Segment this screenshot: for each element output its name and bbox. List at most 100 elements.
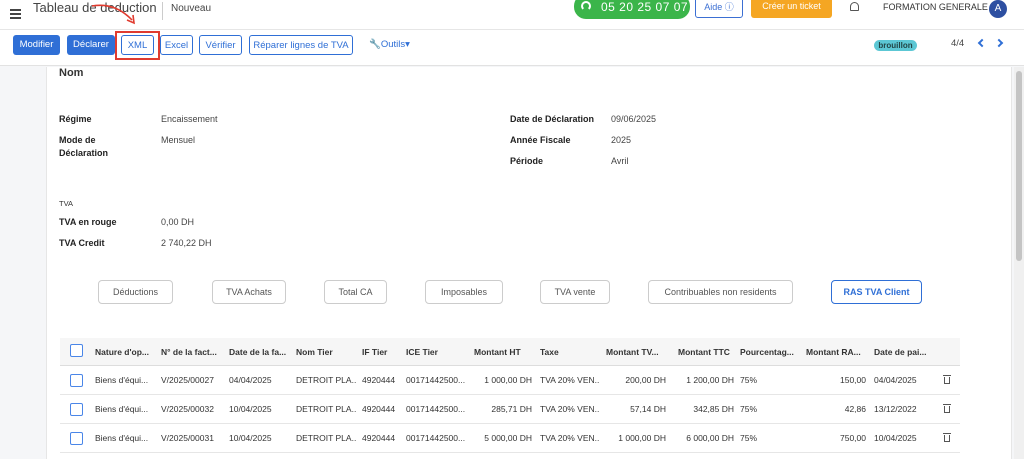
tab-imposables[interactable]: Imposables xyxy=(425,280,503,304)
cell-invoice-number: V/2025/00031 xyxy=(161,433,214,443)
cell-invoice-number: V/2025/00027 xyxy=(161,375,214,385)
column-header[interactable]: N° de la fact... xyxy=(161,347,225,357)
table-row[interactable]: Biens d'équi... V/2025/00031 10/04/2025 … xyxy=(60,424,960,453)
bell-icon[interactable] xyxy=(850,2,859,11)
tab-deductions[interactable]: Déductions xyxy=(98,280,173,304)
record-status: Nouveau xyxy=(171,3,212,14)
periode-value[interactable]: Avril xyxy=(611,156,628,166)
chevron-left-icon[interactable] xyxy=(977,38,987,48)
tva-section-label: TVA xyxy=(59,199,74,208)
modifier-button[interactable]: Modifier xyxy=(13,35,60,55)
hamburger-menu-icon[interactable] xyxy=(10,9,21,19)
cell-ice-tier: 00171442500... xyxy=(406,433,466,443)
excel-button[interactable]: Excel xyxy=(160,35,193,55)
cell-invoice-date: 04/04/2025 xyxy=(229,375,272,385)
row-checkbox[interactable] xyxy=(70,403,83,416)
tva-rouge-label: TVA en rouge xyxy=(59,217,117,227)
cell-date-paiement: 10/04/2025 xyxy=(874,433,917,443)
cell-if-tier: 4920444 xyxy=(362,375,396,385)
outils-dropdown[interactable]: 🔧Outils▾ xyxy=(369,39,410,50)
cell-ice-tier: 00171442500... xyxy=(406,375,466,385)
cell-invoice-date: 10/04/2025 xyxy=(229,404,272,414)
help-label: Aide xyxy=(704,2,723,12)
regime-value[interactable]: Encaissement xyxy=(161,114,218,124)
column-header[interactable]: Montant HT xyxy=(474,347,526,357)
cell-montant-ttc: 1 200,00 DH xyxy=(686,375,734,385)
tab-tva-achats[interactable]: TVA Achats xyxy=(212,280,286,304)
tab-total-ca[interactable]: Total CA xyxy=(324,280,387,304)
annee-fiscale-label: Année Fiscale xyxy=(510,135,571,145)
column-header[interactable]: ICE Tier xyxy=(406,347,466,357)
xml-highlight-box xyxy=(115,31,160,60)
cell-taxe: TVA 20% VEN... xyxy=(540,375,600,385)
tab-tva-vente[interactable]: TVA vente xyxy=(540,280,610,304)
column-header[interactable]: IF Tier xyxy=(362,347,402,357)
annee-fiscale-value[interactable]: 2025 xyxy=(611,135,631,145)
cell-invoice-date: 10/04/2025 xyxy=(229,433,272,443)
select-all-checkbox[interactable] xyxy=(70,344,83,357)
headset-icon xyxy=(581,1,591,11)
title-divider xyxy=(162,2,163,20)
cell-montant-ras: 750,00 xyxy=(840,433,866,443)
row-checkbox[interactable] xyxy=(70,374,83,387)
cell-nom-tier: DETROIT PLA... xyxy=(296,375,356,385)
help-button[interactable]: Aide ⓘ xyxy=(695,0,743,18)
column-header[interactable]: Montant TTC xyxy=(678,347,736,357)
cell-taxe: TVA 20% VEN... xyxy=(540,404,600,414)
support-phone-button[interactable]: 05 20 25 07 07 xyxy=(574,0,690,19)
annotation-arrow xyxy=(91,4,135,25)
trash-icon[interactable] xyxy=(943,375,951,384)
periode-label: Période xyxy=(510,156,544,166)
cell-montant-tva: 1 000,00 DH xyxy=(618,433,666,443)
trash-icon[interactable] xyxy=(943,404,951,413)
chevron-right-icon[interactable] xyxy=(994,38,1004,48)
date-declaration-value[interactable]: 09/06/2025 xyxy=(611,114,656,124)
table-row[interactable]: Biens d'équi... V/2025/00027 04/04/2025 … xyxy=(60,366,960,395)
cell-montant-ras: 42,86 xyxy=(844,404,866,414)
cell-montant-ttc: 6 000,00 DH xyxy=(686,433,734,443)
cell-invoice-number: V/2025/00032 xyxy=(161,404,214,414)
vertical-scrollbar[interactable] xyxy=(1014,67,1024,459)
reparer-tva-button[interactable]: Réparer lignes de TVA xyxy=(249,35,353,55)
create-ticket-button[interactable]: Créer un ticket xyxy=(751,0,832,18)
cell-date-paiement: 13/12/2022 xyxy=(874,404,917,414)
cell-montant-tva: 200,00 DH xyxy=(625,375,666,385)
cell-nom-tier: DETROIT PLA... xyxy=(296,404,356,414)
table-header: Nature d'op... N° de la fact... Date de … xyxy=(60,338,960,366)
action-toolbar: Modifier Déclarer XML Excel Vérifier Rép… xyxy=(0,30,1024,66)
column-header[interactable]: Date de pai... xyxy=(874,347,934,357)
cell-nature: Biens d'équi... xyxy=(95,433,149,443)
column-header[interactable]: Nature d'op... xyxy=(95,347,157,357)
trash-icon[interactable] xyxy=(943,433,951,442)
column-header[interactable]: Nom Tier xyxy=(296,347,356,357)
column-header[interactable]: Pourcentag... xyxy=(740,347,800,357)
verifier-button[interactable]: Vérifier xyxy=(199,35,242,55)
status-badge: brouillon xyxy=(874,40,917,51)
cell-taxe: TVA 20% VEN... xyxy=(540,433,600,443)
column-header[interactable]: Date de la fa... xyxy=(229,347,292,357)
column-header[interactable]: Taxe xyxy=(540,347,600,357)
cell-if-tier: 4920444 xyxy=(362,404,396,414)
mode-declaration-value[interactable]: Mensuel xyxy=(161,135,195,145)
support-phone-number: 05 20 25 07 07 xyxy=(601,0,689,14)
info-icon: ⓘ xyxy=(724,2,734,12)
declarer-button[interactable]: Déclarer xyxy=(67,35,115,55)
organization-name[interactable]: FORMATION GENERALE xyxy=(883,2,988,12)
mode-declaration-label: Mode de Déclaration xyxy=(59,135,109,158)
cell-nature: Biens d'équi... xyxy=(95,375,149,385)
avatar[interactable]: A xyxy=(989,0,1007,18)
tab-contribuables-non-residents[interactable]: Contribuables non residents xyxy=(648,280,793,304)
cell-nom-tier: DETROIT PLA... xyxy=(296,433,356,443)
cell-montant-ht: 5 000,00 DH xyxy=(484,433,532,443)
tab-ras-tva-client[interactable]: RAS TVA Client xyxy=(831,280,922,304)
table-row[interactable]: Biens d'équi... V/2025/00032 10/04/2025 … xyxy=(60,395,960,424)
column-header[interactable]: Montant RA... xyxy=(806,347,866,357)
cell-montant-ras: 150,00 xyxy=(840,375,866,385)
scrollbar-thumb[interactable] xyxy=(1016,71,1022,261)
name-field-label: Nom xyxy=(59,67,84,79)
column-header[interactable]: Montant TV... xyxy=(606,347,666,357)
row-checkbox[interactable] xyxy=(70,432,83,445)
top-bar: Tableau de deduction Nouveau 05 20 25 07… xyxy=(0,0,1024,30)
caret-down-icon: ▾ xyxy=(405,39,410,50)
tva-rouge-value: 0,00 DH xyxy=(161,217,195,227)
